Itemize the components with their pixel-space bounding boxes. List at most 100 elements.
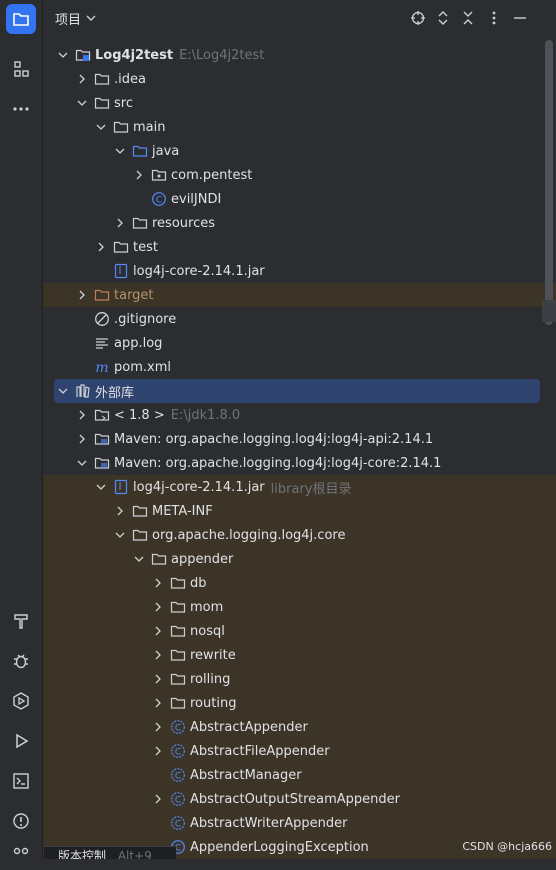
tree-item-label: target	[114, 287, 154, 303]
chevron-right-icon[interactable]	[150, 719, 166, 735]
chevron-right-icon[interactable]	[112, 215, 128, 231]
panel-title[interactable]: 项目	[55, 9, 81, 28]
chevron-right-icon[interactable]	[74, 407, 90, 423]
tree-item-label: .gitignore	[114, 311, 177, 327]
chevron-right-icon[interactable]	[150, 671, 166, 687]
tree-row[interactable]: C AbstractWriterAppender	[43, 811, 556, 835]
project-tool-button[interactable]	[6, 4, 36, 34]
chevron-right-icon[interactable]	[150, 791, 166, 807]
tree-row[interactable]: java	[43, 139, 542, 163]
chevron-right-icon[interactable]	[150, 695, 166, 711]
abstract-class-icon: C	[170, 719, 186, 735]
tree-row[interactable]: rolling	[43, 667, 556, 691]
folder-icon	[170, 647, 186, 663]
tree-row[interactable]: db	[43, 571, 556, 595]
options-icon[interactable]	[485, 9, 503, 27]
chevron-right-icon[interactable]	[150, 599, 166, 615]
tree-row[interactable]: Maven: org.apache.logging.log4j:log4j-co…	[43, 451, 542, 475]
tree-row[interactable]: org.apache.logging.log4j.core	[43, 523, 556, 547]
maven-icon: m	[94, 359, 110, 375]
tree-row[interactable]: target	[43, 283, 556, 307]
tree-row[interactable]: C AbstractAppender	[43, 715, 556, 739]
tree-row[interactable]: C AbstractOutputStreamAppender	[43, 787, 556, 811]
tree-row[interactable]: C AbstractFileAppender	[43, 739, 556, 763]
chevron-down-icon[interactable]	[112, 527, 128, 543]
tree-row[interactable]: Log4j2test E:\Log4j2test	[43, 43, 542, 67]
tree-row[interactable]: nosql	[43, 619, 556, 643]
chevron-right-icon[interactable]	[150, 743, 166, 759]
tree-item-label: rolling	[190, 671, 231, 687]
run-tool-button[interactable]	[6, 726, 36, 756]
chevron-down-icon[interactable]	[112, 143, 128, 159]
tree-item-label: evilJNDI	[171, 191, 222, 207]
tree-item-label: AbstractManager	[190, 767, 302, 783]
tree-row[interactable]: resources	[43, 211, 542, 235]
terminal-icon	[13, 773, 29, 789]
project-panel-header: 项目	[43, 0, 556, 36]
tree-row[interactable]: Maven: org.apache.logging.log4j:log4j-ap…	[43, 427, 542, 451]
chevron-right-icon[interactable]	[150, 623, 166, 639]
chevron-down-icon[interactable]	[131, 551, 147, 567]
collapse-all-icon[interactable]	[459, 9, 477, 27]
tree-item-label: com.pentest	[171, 167, 253, 183]
chevron-right-icon[interactable]	[74, 71, 90, 87]
tree-row[interactable]: mom	[43, 595, 556, 619]
chevron-down-icon[interactable]	[55, 383, 71, 399]
folder-icon	[151, 551, 167, 567]
locate-icon[interactable]	[409, 9, 427, 27]
terminal-tool-button[interactable]	[6, 766, 36, 796]
structure-tool-button[interactable]	[6, 54, 36, 84]
more-tools-button[interactable]	[6, 94, 36, 124]
tree-row[interactable]: m pom.xml	[43, 355, 542, 379]
gitignore-icon	[94, 311, 110, 327]
class-icon: C	[151, 191, 167, 207]
chevron-down-icon[interactable]	[93, 479, 109, 495]
chevron-right-icon[interactable]	[112, 503, 128, 519]
tree-row[interactable]: routing	[43, 691, 556, 715]
tree-row[interactable]: log4j-core-2.14.1.jar library根目录	[43, 475, 556, 499]
tree-row[interactable]: log4j-core-2.14.1.jar	[43, 259, 542, 283]
chevron-down-icon[interactable]	[85, 12, 97, 24]
chevron-right-icon[interactable]	[131, 167, 147, 183]
chevron-right-icon[interactable]	[150, 575, 166, 591]
vcs-bottom-tab[interactable]: 版本控制 Alt+9	[44, 846, 176, 859]
debug-tool-button[interactable]	[6, 646, 36, 676]
scrollbar-thumb-alt[interactable]	[542, 300, 556, 322]
tree-row[interactable]: com.pentest	[43, 163, 542, 187]
tree-row[interactable]: < 1.8 > E:\jdk1.8.0	[43, 403, 542, 427]
tree-row[interactable]: test	[43, 235, 542, 259]
tree-row[interactable]: appender	[43, 547, 556, 571]
chevron-right-icon[interactable]	[74, 287, 90, 303]
chevron-right-icon[interactable]	[150, 647, 166, 663]
chevron-right-icon[interactable]	[74, 431, 90, 447]
git-icon	[13, 847, 29, 855]
tree-row[interactable]: .idea	[43, 67, 542, 91]
tree-row[interactable]: .gitignore	[43, 307, 542, 331]
problems-tool-button[interactable]	[6, 806, 36, 836]
chevron-down-icon[interactable]	[74, 455, 90, 471]
tree-row[interactable]: CevilJNDI	[43, 187, 542, 211]
chevron-down-icon[interactable]	[93, 119, 109, 135]
tree-row[interactable]: src	[43, 91, 542, 115]
tree-row[interactable]: C AbstractManager	[43, 763, 556, 787]
tree-row[interactable]: 外部库	[54, 379, 540, 403]
tree-item-label: Log4j2test	[95, 47, 174, 63]
arrow-spacer	[74, 311, 90, 327]
tree-row[interactable]: rewrite	[43, 643, 556, 667]
vertical-scrollbar[interactable]	[545, 40, 553, 325]
expand-all-icon[interactable]	[434, 9, 452, 27]
arrow-spacer	[150, 767, 166, 783]
services-tool-button[interactable]	[6, 686, 36, 716]
chevron-down-icon[interactable]	[74, 95, 90, 111]
jar-icon	[113, 479, 129, 495]
minimize-icon[interactable]	[511, 9, 529, 27]
tree-row[interactable]: main	[43, 115, 542, 139]
tree-row[interactable]: app.log	[43, 331, 542, 355]
chevron-right-icon[interactable]	[93, 239, 109, 255]
folder-icon	[170, 623, 186, 639]
build-tool-button[interactable]	[6, 606, 36, 636]
chevron-down-icon[interactable]	[55, 47, 71, 63]
vcs-tool-button[interactable]	[6, 840, 36, 870]
tree-row[interactable]: META-INF	[43, 499, 556, 523]
tree-item-label: resources	[152, 215, 216, 231]
